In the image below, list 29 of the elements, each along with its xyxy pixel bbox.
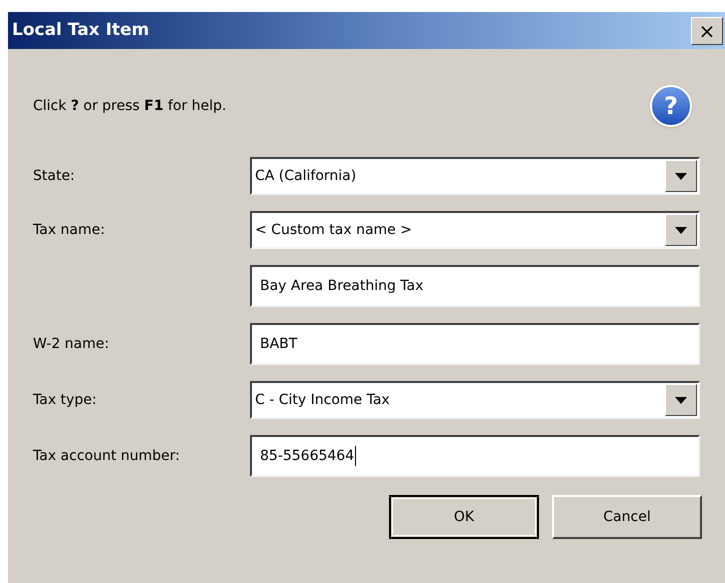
caret-icon xyxy=(675,226,687,234)
field-label: Tax type: xyxy=(33,392,97,408)
text-field[interactable]: Bay Area Breathing Tax xyxy=(250,265,700,307)
help-text: Click ? or press F1 for help. xyxy=(33,96,226,116)
field-value: Bay Area Breathing Tax xyxy=(260,276,424,296)
field-label: Tax name: xyxy=(33,222,105,238)
dialog-button[interactable]: OK xyxy=(389,495,539,539)
field-value: 85-55665464 xyxy=(260,446,354,466)
dropdown-value: < Custom tax name > xyxy=(254,220,413,240)
dropdown-arrow-button[interactable] xyxy=(665,214,697,246)
dropdown-value: C - City Income Tax xyxy=(254,390,391,410)
field-label: W-2 name: xyxy=(33,336,110,352)
dialog-button[interactable]: Cancel xyxy=(552,495,702,539)
close-button[interactable]: × xyxy=(691,16,723,44)
dropdown-field[interactable]: C - City Income Tax xyxy=(250,381,700,419)
field-label: Tax account number: xyxy=(33,448,180,464)
caret-icon xyxy=(675,172,687,180)
dropdown-arrow-button[interactable] xyxy=(665,160,697,192)
window-title: Local Tax Item xyxy=(12,18,150,42)
dropdown-arrow-button[interactable] xyxy=(665,384,697,416)
text-field[interactable]: 85-55665464 xyxy=(250,435,700,477)
field-value: BABT xyxy=(260,334,298,354)
dropdown-field[interactable]: CA (California) xyxy=(250,157,700,195)
help-button[interactable]: ? xyxy=(650,85,692,127)
dropdown-field[interactable]: < Custom tax name > xyxy=(250,211,700,249)
field-label: State: xyxy=(33,168,75,184)
caret-icon xyxy=(675,396,687,404)
dropdown-value: CA (California) xyxy=(254,166,358,186)
text-field[interactable]: BABT xyxy=(250,323,700,365)
